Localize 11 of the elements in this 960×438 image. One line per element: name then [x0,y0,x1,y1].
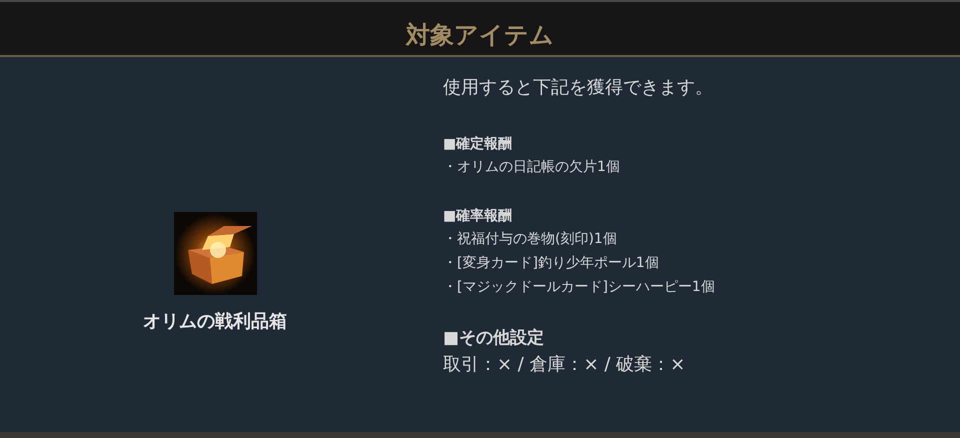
section-title: 対象アイテム [406,20,554,51]
reward-line: ・祝福付与の巻物(刻印)1個 [443,230,618,249]
reward-line: ・[マジックドールカード]シーハーピー1個 [443,278,715,297]
description-text: 使用すると下記を獲得できます。 [443,76,714,99]
settings-text: 取引：× / 倉庫：× / 破棄：× [443,353,686,377]
reward-line: ・オリムの日記帳の欠片1個 [443,158,621,177]
section-heading: ■その他設定 [443,327,546,350]
section-heading: ■確率報酬 [443,206,514,226]
reward-line: ・[変身カード]釣り少年ポール1個 [443,254,660,273]
section-heading: ■確定報酬 [443,134,514,154]
item-name: オリムの戦利品箱 [143,310,287,333]
